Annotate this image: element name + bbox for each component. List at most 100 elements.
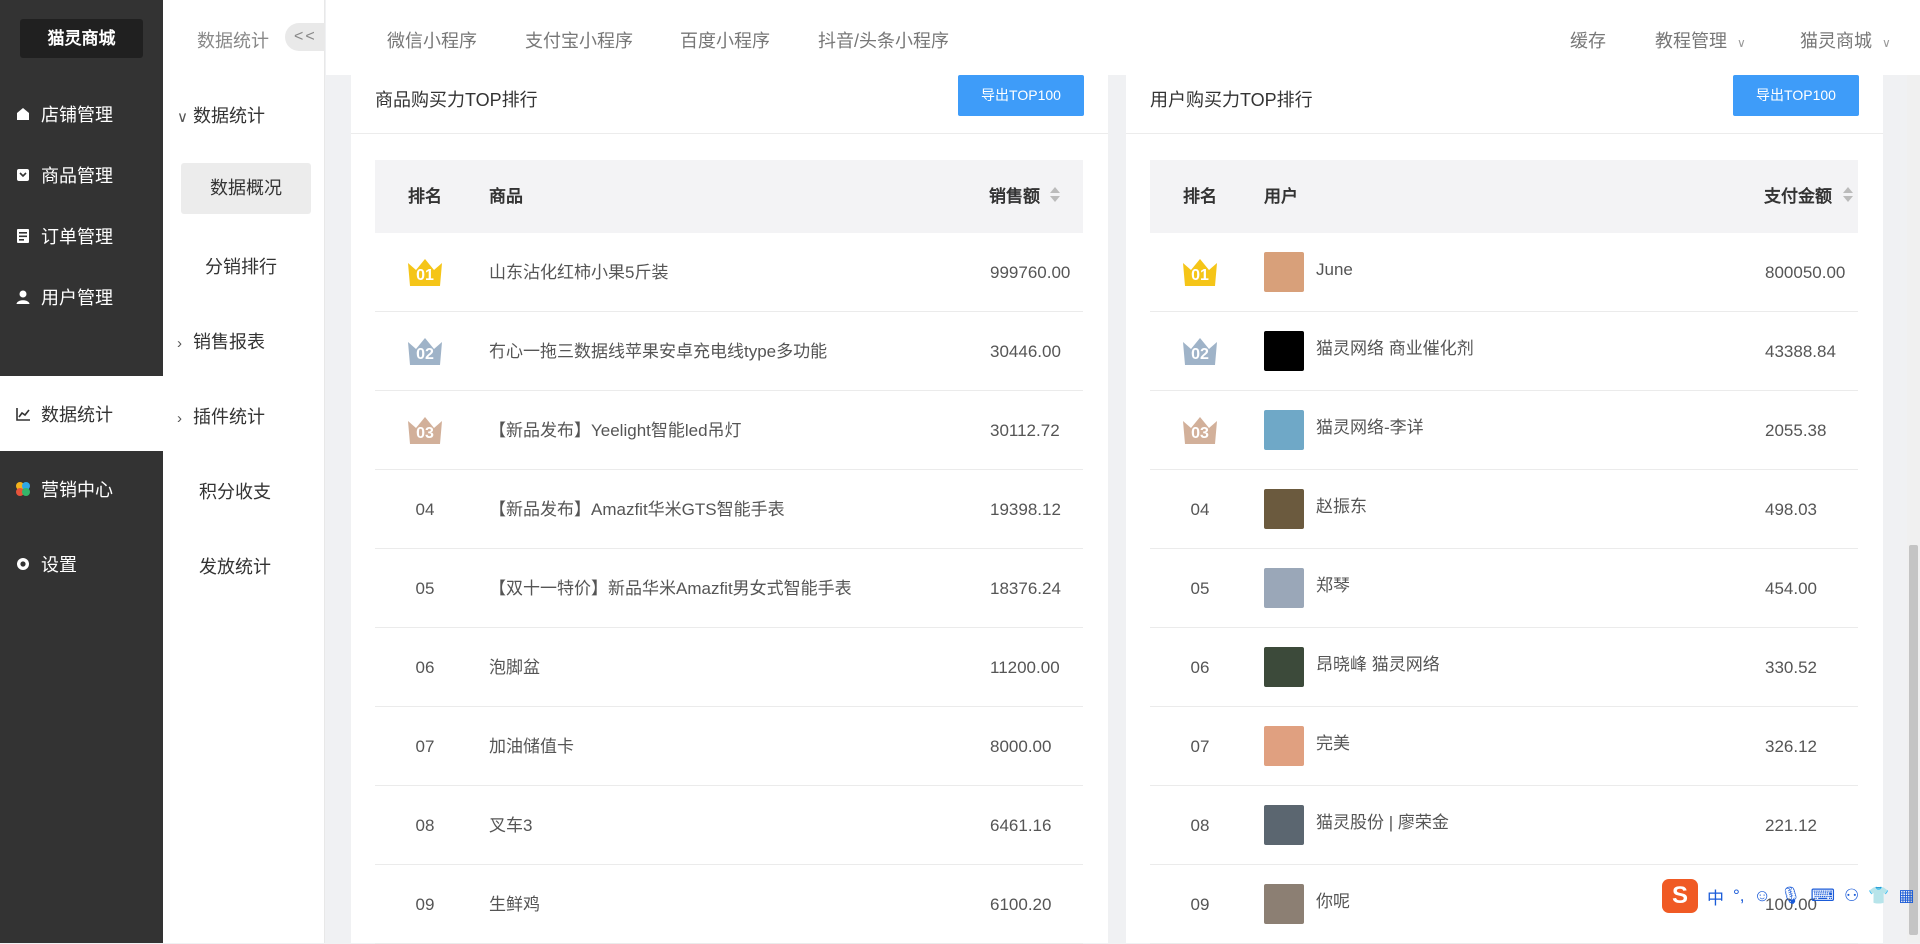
nav-item-users[interactable]: 用户管理 [0, 259, 163, 334]
user-name: 完美 [1316, 734, 1350, 753]
user-ranking-panel: 用户购买力TOP排行 导出TOP100 排名 用户 支付金额 01 June 800… [1126, 75, 1883, 944]
emoji-icon[interactable]: ☺ [1754, 886, 1771, 906]
product-name[interactable]: 【双十一特价】新品华米Amazfit男女式智能手表 [489, 549, 852, 628]
ime-toolbar[interactable]: S 中 °, ☺ 🎙 ⌨ ⚇ 👕 ▦ [1662, 876, 1915, 916]
sogou-logo-icon[interactable]: S [1662, 879, 1698, 913]
chart-icon [14, 405, 32, 423]
sort-icon[interactable] [1843, 187, 1853, 202]
tab-alipay-miniprogram[interactable]: 支付宝小程序 [525, 27, 633, 53]
avatar [1264, 410, 1304, 450]
nav-item-settings[interactable]: 设置 [0, 526, 163, 601]
product-name[interactable]: 【新品发布】Amazfit华米GTS智能手表 [489, 470, 785, 549]
user-name: 郑琴 [1316, 576, 1350, 595]
column-header-sales[interactable]: 销售额 [989, 160, 1040, 233]
subnav-item-issuance-stats[interactable]: 发放统计 [199, 553, 271, 579]
sales-amount: 30112.72 [990, 421, 1060, 440]
table-header: 排名 商品 销售额 [375, 160, 1083, 233]
store-icon [14, 105, 32, 123]
page-scrollbar[interactable] [1907, 75, 1920, 943]
tutorial-menu[interactable]: 教程管理 ∨ [1655, 27, 1746, 53]
user-icon [14, 288, 32, 306]
tab-douyin-miniprogram[interactable]: 抖音/头条小程序 [818, 27, 949, 53]
gear-icon [14, 555, 32, 573]
cache-button[interactable]: 缓存 [1570, 27, 1606, 53]
payment-amount: 43388.84 [1765, 342, 1836, 361]
person-icon[interactable]: ⚇ [1844, 886, 1859, 906]
sort-icon[interactable] [1050, 187, 1060, 202]
punctuation-icon[interactable]: °, [1733, 886, 1745, 906]
subnav-label: 插件统计 [193, 407, 265, 427]
subnav-item-plugin-stats[interactable]: › 插件统计 [177, 403, 265, 429]
nav-label: 商品管理 [41, 165, 113, 186]
column-header-rank: 排名 [1183, 187, 1217, 206]
product-name[interactable]: 泡脚盆 [489, 628, 540, 707]
column-header-user: 用户 [1264, 187, 1298, 206]
sales-amount: 11200.00 [990, 658, 1060, 677]
panel-title: 用户购买力TOP排行 [1150, 90, 1313, 110]
divider [1126, 133, 1883, 134]
nav-item-marketing[interactable]: 营销中心 [0, 451, 163, 526]
sales-amount: 999760.00 [990, 263, 1071, 282]
table-row: 08 叉车3 6461.16 [375, 786, 1083, 865]
column-header-rank: 排名 [408, 187, 442, 206]
rank-number: 07 [415, 737, 435, 756]
table-header: 排名 用户 支付金额 [1150, 160, 1858, 233]
product-name[interactable]: 【新品发布】Yeelight智能led吊灯 [489, 391, 742, 470]
shop-menu[interactable]: 猫灵商城 ∨ [1800, 27, 1891, 53]
chevron-right-icon: › [177, 335, 182, 352]
table-row: 03 猫灵网络-李详 2055.38 [1150, 391, 1858, 470]
microphone-icon[interactable]: 🎙 [1780, 886, 1802, 906]
subnav-item-overview[interactable]: 数据概况 [181, 163, 311, 214]
table-row: 01 June 800050.00 [1150, 233, 1858, 312]
skin-icon[interactable]: 👕 [1868, 886, 1889, 906]
subnav-item-distribution-ranking[interactable]: 分销排行 [205, 253, 277, 279]
export-top100-button[interactable]: 导出TOP100 [1733, 75, 1859, 116]
user-name: 猫灵网络-李详 [1316, 418, 1424, 437]
table-row: 06 昂晓峰 猫灵网络 330.52 [1150, 628, 1858, 707]
tab-wechat-miniprogram[interactable]: 微信小程序 [387, 27, 477, 53]
app-logo[interactable]: 猫灵商城 [20, 19, 143, 58]
collapse-button[interactable]: << [285, 23, 325, 51]
nav-item-statistics[interactable]: 数据统计 [0, 376, 163, 451]
export-top100-button[interactable]: 导出TOP100 [958, 75, 1084, 116]
subnav-group-statistics[interactable]: ∨ 数据统计 [177, 102, 265, 128]
divider [351, 133, 1108, 134]
rank-number: 01 [416, 267, 434, 284]
user-name: 你呢 [1316, 892, 1350, 911]
sales-amount: 18376.24 [990, 579, 1061, 598]
ime-mode[interactable]: 中 [1707, 884, 1724, 909]
subnav-item-sales-report[interactable]: › 销售报表 [177, 328, 265, 354]
rank-crown-icon: 03 [405, 413, 445, 447]
avatar [1264, 805, 1304, 845]
product-name[interactable]: 生鲜鸡 [489, 865, 540, 944]
subnav-label: 销售报表 [193, 332, 265, 352]
main-sidebar: 猫灵商城 店铺管理 商品管理 订单管理 用户管理 数据统计 营销中心 设置 [0, 0, 163, 943]
column-header-payment[interactable]: 支付金额 [1764, 160, 1832, 233]
tab-baidu-miniprogram[interactable]: 百度小程序 [680, 27, 770, 53]
product-name[interactable]: 加油储值卡 [489, 707, 574, 786]
sales-amount: 30446.00 [990, 342, 1061, 361]
rank-number: 06 [415, 658, 435, 677]
keyboard-icon[interactable]: ⌨ [1810, 886, 1835, 906]
product-name[interactable]: 叉车3 [489, 786, 532, 865]
chevron-down-icon: ∨ [1737, 36, 1746, 50]
product-name[interactable]: 冇心一拖三数据线苹果安卓充电线type多功能 [489, 312, 827, 391]
user-name: June [1316, 260, 1353, 279]
avatar [1264, 884, 1304, 924]
rank-crown-icon: 02 [405, 334, 445, 368]
rank-number: 02 [1191, 346, 1209, 363]
payment-amount: 2055.38 [1765, 421, 1827, 440]
rank-number: 01 [1191, 267, 1209, 284]
nav-label: 用户管理 [41, 287, 113, 308]
panel-title: 商品购买力TOP排行 [375, 90, 538, 110]
subnav-item-points[interactable]: 积分收支 [199, 478, 271, 504]
rank-crown-icon: 02 [1180, 334, 1220, 368]
product-name[interactable]: 山东沾化红柿小果5斤装 [489, 233, 668, 312]
nav-label: 数据统计 [41, 404, 113, 425]
rank-crown-icon: 01 [405, 255, 445, 289]
rank-number: 05 [1190, 579, 1210, 598]
avatar [1264, 489, 1304, 529]
grid-icon[interactable]: ▦ [1898, 886, 1914, 906]
rank-crown-icon: 03 [1180, 413, 1220, 447]
top-bar: 微信小程序 支付宝小程序 百度小程序 抖音/头条小程序 缓存 教程管理 ∨ 猫灵商… [326, 0, 1920, 75]
